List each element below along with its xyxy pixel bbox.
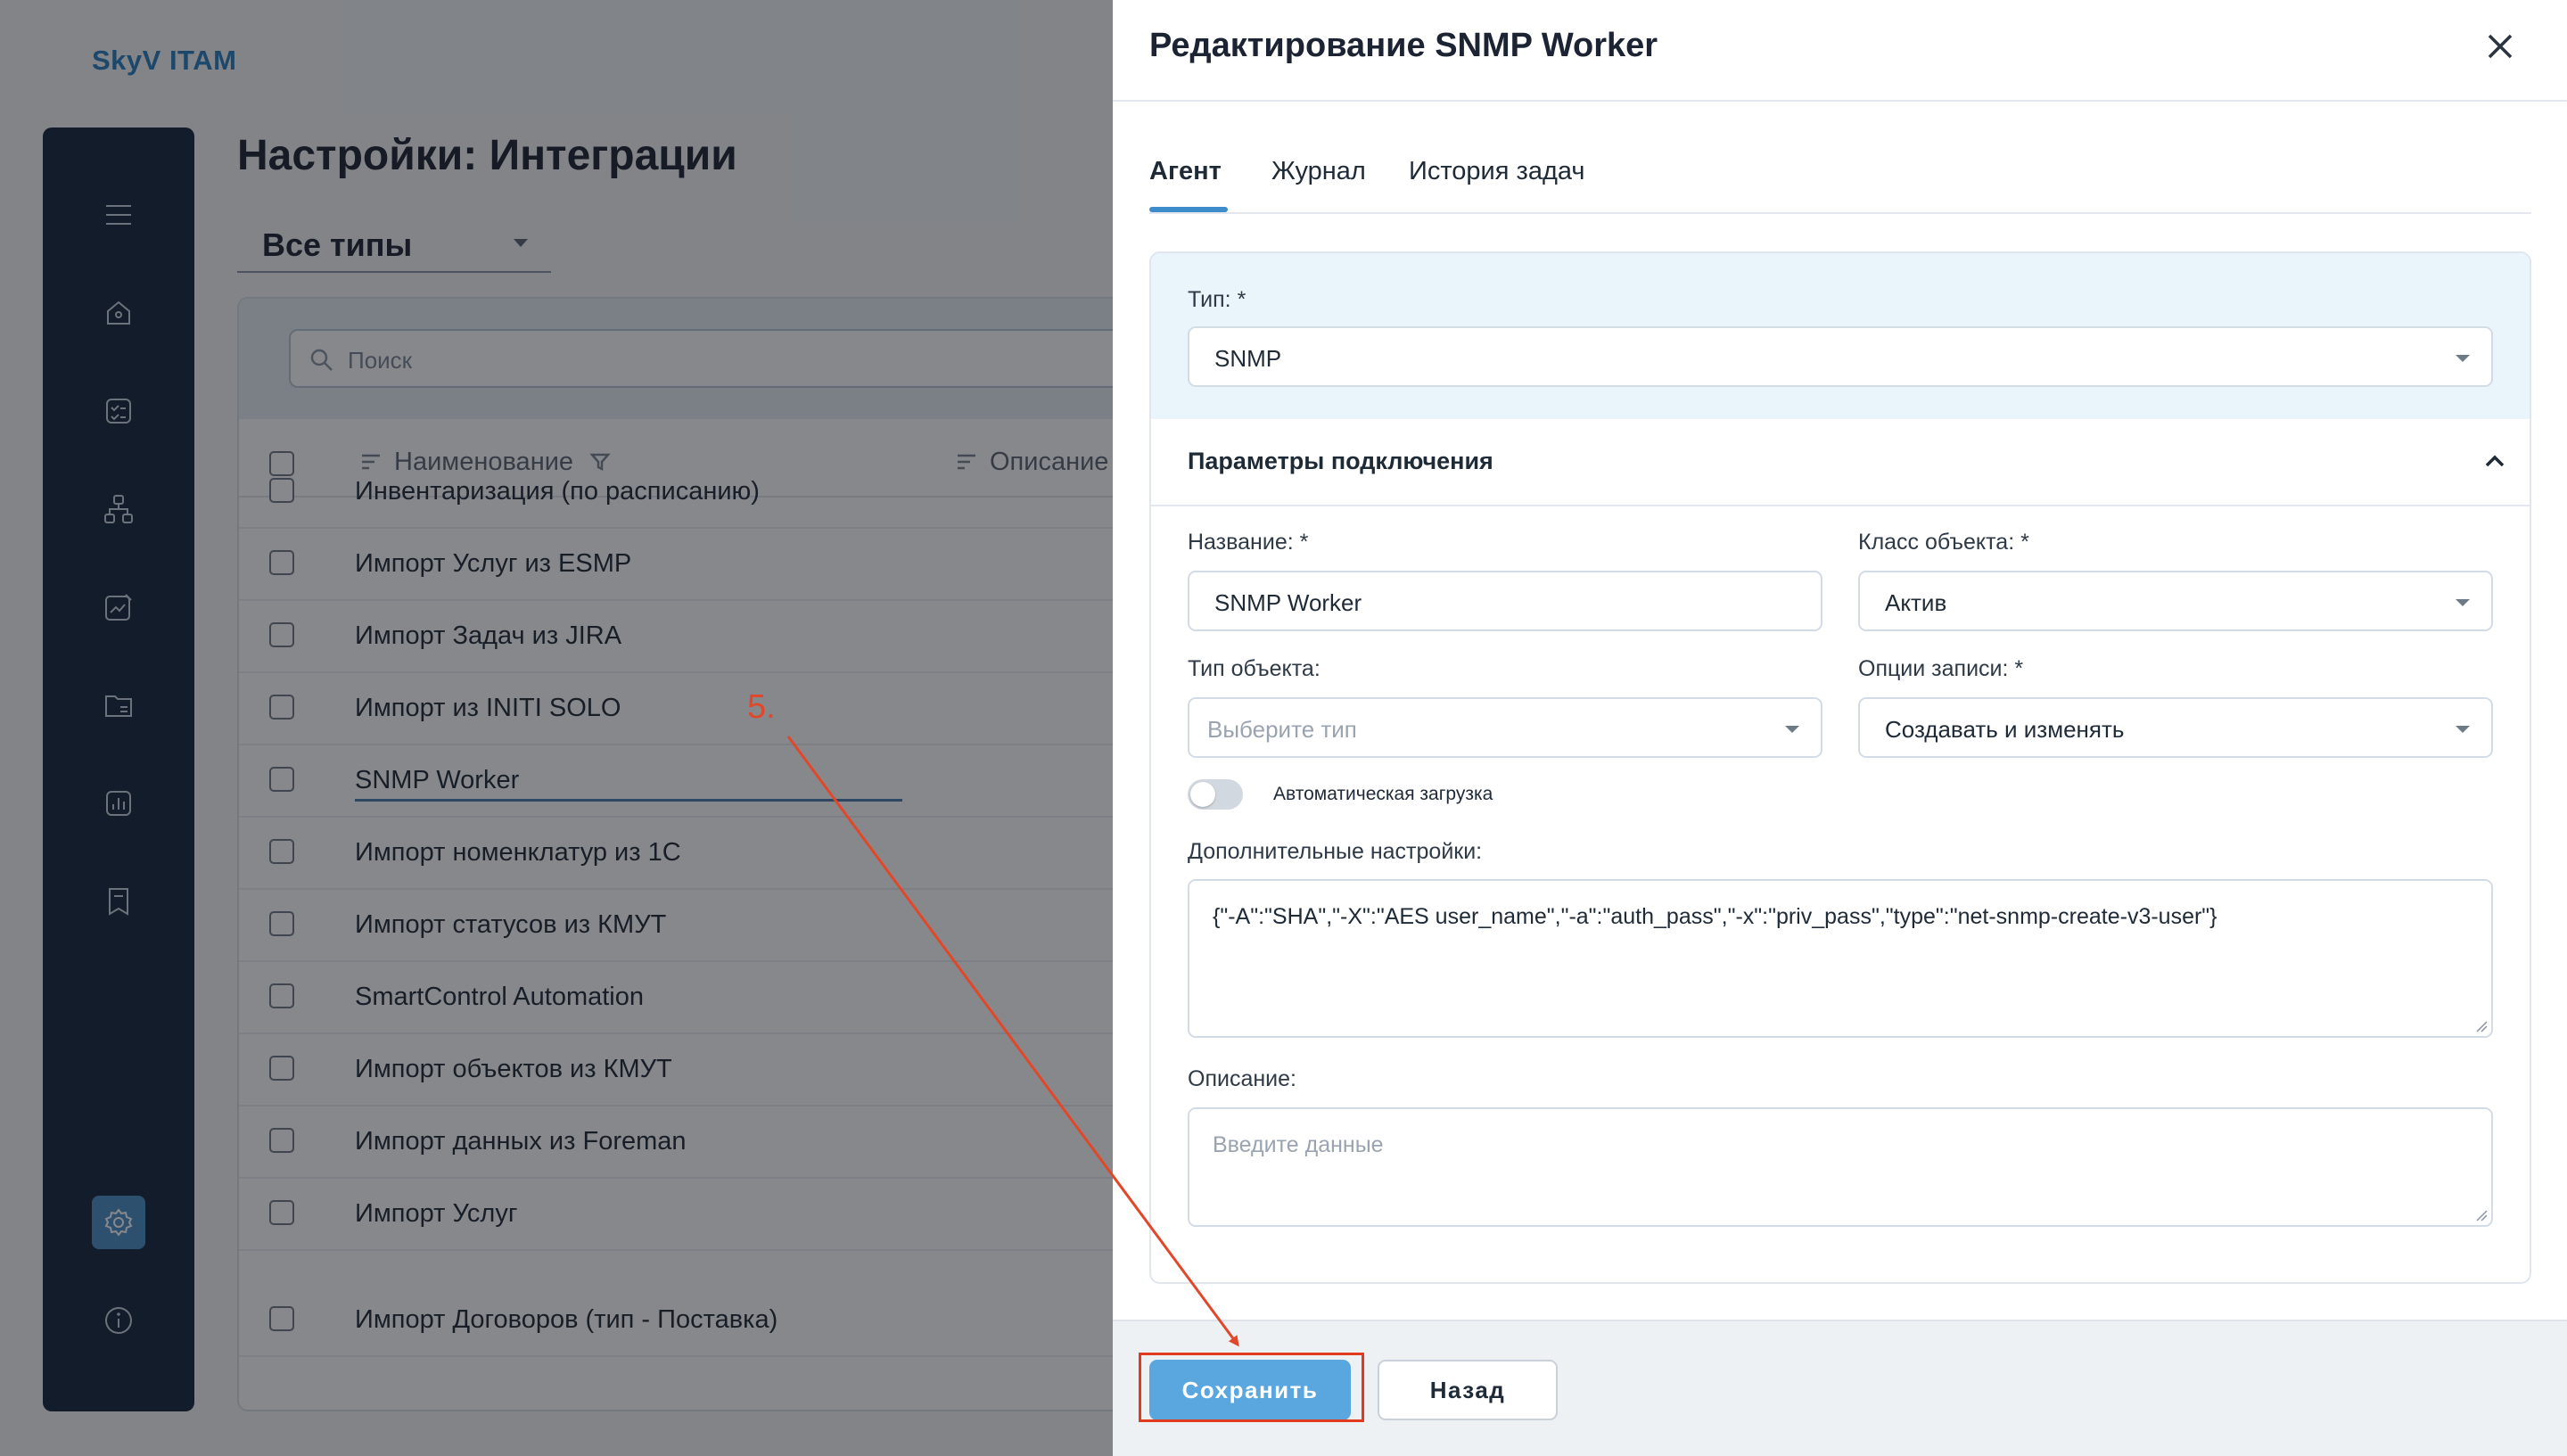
step-number: 5. bbox=[747, 688, 776, 726]
chevron-down-icon bbox=[2456, 599, 2470, 606]
back-button[interactable]: Назад bbox=[1378, 1360, 1558, 1420]
name-label: Название: * bbox=[1188, 530, 1309, 555]
description-label: Описание: bbox=[1188, 1066, 1296, 1091]
connection-params-header[interactable]: Параметры подключения bbox=[1151, 419, 2530, 506]
resize-handle-icon[interactable] bbox=[2475, 1209, 2488, 1222]
description-textarea[interactable]: Введите данные bbox=[1188, 1107, 2493, 1227]
chevron-down-icon bbox=[2456, 355, 2470, 362]
tab-task-history[interactable]: История задач bbox=[1409, 157, 1584, 186]
drawer-tabs: Агент Журнал История задач bbox=[1149, 155, 2531, 214]
type-section: Тип: * SNMP bbox=[1151, 253, 2530, 419]
object-type-label: Тип объекта: bbox=[1188, 656, 1321, 681]
write-options-value: Создавать и изменять bbox=[1885, 716, 2125, 743]
tab-agent[interactable]: Агент bbox=[1149, 157, 1222, 186]
close-icon[interactable] bbox=[2482, 29, 2518, 64]
drawer-title: Редактирование SNMP Worker bbox=[1149, 27, 1658, 64]
agent-form: Тип: * SNMP Параметры подключения Назван… bbox=[1149, 251, 2531, 1284]
toggle-knob bbox=[1190, 782, 1215, 807]
auto-load-toggle[interactable] bbox=[1188, 779, 1243, 810]
drawer-header: Редактирование SNMP Worker bbox=[1113, 0, 2567, 102]
object-type-select[interactable]: Выберите тип bbox=[1188, 697, 1822, 758]
extra-settings-value: {"-A":"SHA","-X":"AES user_name","-a":"a… bbox=[1213, 904, 2217, 929]
resize-handle-icon[interactable] bbox=[2475, 1020, 2488, 1032]
object-class-select[interactable]: Актив bbox=[1858, 571, 2493, 631]
active-tab-indicator bbox=[1149, 207, 1228, 212]
chevron-down-icon bbox=[1785, 726, 1799, 733]
object-class-label: Класс объекта: * bbox=[1858, 530, 2029, 555]
description-placeholder: Введите данные bbox=[1213, 1132, 1384, 1157]
type-select[interactable]: SNMP bbox=[1188, 326, 2493, 387]
auto-load-label: Автоматическая загрузка bbox=[1273, 784, 1493, 804]
chevron-up-icon[interactable] bbox=[2481, 448, 2508, 474]
extra-settings-label: Дополнительные настройки: bbox=[1188, 839, 1483, 864]
save-highlight-box bbox=[1139, 1353, 1364, 1422]
name-value: SNMP Worker bbox=[1214, 589, 1362, 616]
type-value: SNMP bbox=[1214, 345, 1282, 372]
object-class-value: Актив bbox=[1885, 589, 1947, 616]
section-title: Параметры подключения bbox=[1188, 448, 1493, 474]
write-options-label: Опции записи: * bbox=[1858, 656, 2024, 681]
tab-journal[interactable]: Журнал bbox=[1271, 157, 1366, 186]
name-field[interactable]: SNMP Worker bbox=[1188, 571, 1822, 631]
modal-backdrop[interactable] bbox=[0, 0, 1113, 1456]
object-type-placeholder: Выберите тип bbox=[1207, 716, 1357, 743]
chevron-down-icon bbox=[2456, 726, 2470, 733]
type-label: Тип: * bbox=[1188, 287, 1246, 312]
extra-settings-textarea[interactable]: {"-A":"SHA","-X":"AES user_name","-a":"a… bbox=[1188, 879, 2493, 1038]
edit-drawer: Редактирование SNMP Worker Агент Журнал … bbox=[1113, 0, 2567, 1456]
write-options-select[interactable]: Создавать и изменять bbox=[1858, 697, 2493, 758]
